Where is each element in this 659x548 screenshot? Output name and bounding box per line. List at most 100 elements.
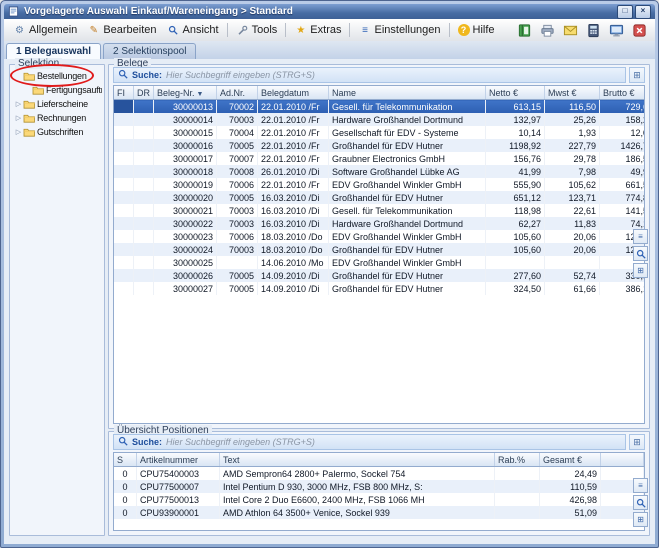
table-row[interactable]: 0CPU75400003AMD Sempron64 2800+ Palermo,…	[114, 467, 644, 481]
table-row[interactable]: 300000197000622.01.2010 /FrEDV Großhande…	[114, 178, 645, 191]
close-button[interactable]: ×	[635, 5, 651, 19]
tree-item-fertigungsauftr-ge[interactable]: Fertigungsaufträge	[12, 83, 102, 97]
grid-icon[interactable]: ⊞	[633, 263, 648, 278]
table-cell: Gesellschaft für EDV - Systeme	[329, 126, 486, 139]
table-cell: 70006	[217, 230, 258, 243]
magnifier-icon[interactable]	[633, 495, 648, 510]
table-row[interactable]: 300000267000514.09.2010 /DiGroßhandel fü…	[114, 269, 645, 282]
menu-extras[interactable]: ★Extras	[289, 22, 346, 39]
search-input[interactable]: Suche: Hier Suchbegriff eingeben (STRG+S…	[113, 434, 626, 450]
table-cell: 1426,71	[600, 139, 646, 152]
column-mwst[interactable]: Mwst €	[545, 86, 600, 100]
column-name[interactable]: Name	[329, 86, 486, 100]
table-row[interactable]: 300000227000316.03.2010 /DiHardware Groß…	[114, 217, 645, 230]
column-text[interactable]: Text	[220, 453, 495, 467]
table-row[interactable]: 0CPU77500013Intel Core 2 Duo E6600, 2400…	[114, 493, 644, 506]
column-rab[interactable]: Rab.%	[495, 453, 540, 467]
calculator-icon[interactable]	[585, 22, 602, 38]
table-cell: 30000027	[154, 282, 217, 295]
table-cell: 661,52	[600, 178, 646, 191]
table-cell	[134, 113, 154, 126]
table-cell: AMD Athlon 64 3500+ Venice, Sockel 939	[220, 506, 495, 519]
table-row[interactable]: 300000207000516.03.2010 /DiGroßhandel fü…	[114, 191, 645, 204]
table-cell: 141,59	[600, 204, 646, 217]
table-cell: 41,99	[486, 165, 545, 178]
expand-icon[interactable]: ▷	[14, 100, 23, 108]
table-cell	[545, 256, 600, 269]
tree-item-label: Fertigungsaufträge	[46, 85, 102, 95]
menu-ansicht[interactable]: Ansicht	[162, 22, 224, 39]
grid-options-button[interactable]: ⊞	[629, 434, 645, 450]
column-dr[interactable]: DR	[134, 86, 154, 100]
menu-allgemein[interactable]: ⚙Allgemein	[8, 22, 82, 39]
column-fi[interactable]: FI	[114, 86, 134, 100]
documents-panel: Belege Suche: Hier Suchbegriff eingeben …	[108, 64, 650, 429]
tree-item-rechnungen[interactable]: ▷Rechnungen	[12, 111, 102, 125]
magnifier-icon[interactable]	[633, 246, 648, 261]
table-cell	[134, 191, 154, 204]
table-cell: 555,90	[486, 178, 545, 191]
gear-icon: ⚙	[13, 24, 26, 37]
table-cell	[114, 100, 134, 114]
grid-options-button[interactable]: ⊞	[629, 67, 645, 83]
table-cell: 70005	[217, 139, 258, 152]
column-gesamt[interactable]: Gesamt €	[540, 453, 601, 467]
table-cell: 70004	[217, 126, 258, 139]
table-cell: 613,15	[486, 100, 545, 114]
grid-icon[interactable]: ⊞	[633, 512, 648, 527]
table-row[interactable]: 300000247000318.03.2010 /DoGroßhandel fü…	[114, 243, 645, 256]
table-cell: 105,62	[545, 178, 600, 191]
menu-bearbeiten[interactable]: ✎Bearbeiten	[82, 22, 161, 39]
tab-1-belegauswahl[interactable]: 1 Belegauswahl	[6, 43, 101, 59]
column-beleg-nr[interactable]: Beleg-Nr.▼	[154, 86, 217, 100]
table-row[interactable]: 0CPU77500007Intel Pentium D 930, 3000 MH…	[114, 480, 644, 493]
maximize-button[interactable]: □	[617, 5, 633, 19]
tree-item-lieferscheine[interactable]: ▷Lieferscheine	[12, 97, 102, 111]
table-row[interactable]: 300000237000618.03.2010 /DoEDV Großhande…	[114, 230, 645, 243]
search-input[interactable]: Suche: Hier Suchbegriff eingeben (STRG+S…	[113, 67, 626, 83]
book-icon[interactable]	[516, 22, 533, 38]
tree-item-gutschriften[interactable]: ▷Gutschriften	[12, 125, 102, 139]
belege-body: 300000137000222.01.2010 /FrGesell. für T…	[114, 100, 645, 296]
monitor-icon[interactable]	[608, 22, 625, 38]
expand-icon[interactable]: ▷	[14, 114, 23, 122]
printer-icon[interactable]	[539, 22, 556, 38]
table-row[interactable]: 300000167000522.01.2010 /FrGroßhandel fü…	[114, 139, 645, 152]
table-row[interactable]: 0CPU93900001AMD Athlon 64 3500+ Venice, …	[114, 506, 644, 519]
table-row[interactable]: 300000137000222.01.2010 /FrGesell. für T…	[114, 100, 645, 114]
expand-icon[interactable]: ▷	[14, 128, 23, 136]
column-netto[interactable]: Netto €	[486, 86, 545, 100]
column-ad-nr[interactable]: Ad.Nr.	[217, 86, 258, 100]
table-row[interactable]: 300000217000316.03.2010 /DiGesell. für T…	[114, 204, 645, 217]
table-row[interactable]: 300000147000322.01.2010 /FrHardware Groß…	[114, 113, 645, 126]
table-cell: CPU77500013	[137, 493, 220, 506]
mail-icon[interactable]	[562, 22, 579, 38]
app-window: Vorgelagerte Auswahl Einkauf/Wareneingan…	[0, 0, 659, 548]
column-brutto[interactable]: Brutto €	[600, 86, 646, 100]
exit-icon[interactable]	[631, 22, 648, 38]
list-icon[interactable]: ≡	[633, 478, 648, 493]
column-s[interactable]: S	[114, 453, 137, 467]
table-cell: 22.01.2010 /Fr	[258, 100, 329, 114]
tab-2-selektionspool[interactable]: 2 Selektionspool	[103, 43, 196, 59]
table-cell: 774,83	[600, 191, 646, 204]
table-row[interactable]: 3000002514.06.2010 /MoEDV Großhandel Win…	[114, 256, 645, 269]
table-cell: 22,61	[545, 204, 600, 217]
sliders-icon: ≡	[358, 24, 371, 37]
table-row[interactable]: 300000277000514.09.2010 /DiGroßhandel fü…	[114, 282, 645, 295]
title-bar: Vorgelagerte Auswahl Einkauf/Wareneingan…	[4, 4, 655, 19]
menu-hilfe[interactable]: ?Hilfe	[453, 22, 500, 38]
column-artikelnummer[interactable]: Artikelnummer	[137, 453, 220, 467]
column-belegdatum[interactable]: Belegdatum	[258, 86, 329, 100]
menu-einstellungen[interactable]: ≡Einstellungen	[353, 22, 445, 39]
table-row[interactable]: 300000177000722.01.2010 /FrGraubner Elec…	[114, 152, 645, 165]
table-cell: 729,65	[600, 100, 646, 114]
table-cell	[134, 139, 154, 152]
tree-item-bestellungen[interactable]: Bestellungen	[12, 69, 102, 83]
table-row[interactable]: 300000187000826.01.2010 /DiSoftware Groß…	[114, 165, 645, 178]
menu-tools[interactable]: Tools	[231, 22, 283, 39]
table-row[interactable]: 300000157000422.01.2010 /FrGesellschaft …	[114, 126, 645, 139]
list-icon[interactable]: ≡	[633, 229, 648, 244]
positions-grid: SArtikelnummerTextRab.%Gesamt € 0CPU7540…	[113, 452, 645, 531]
column-filler[interactable]	[601, 453, 644, 467]
